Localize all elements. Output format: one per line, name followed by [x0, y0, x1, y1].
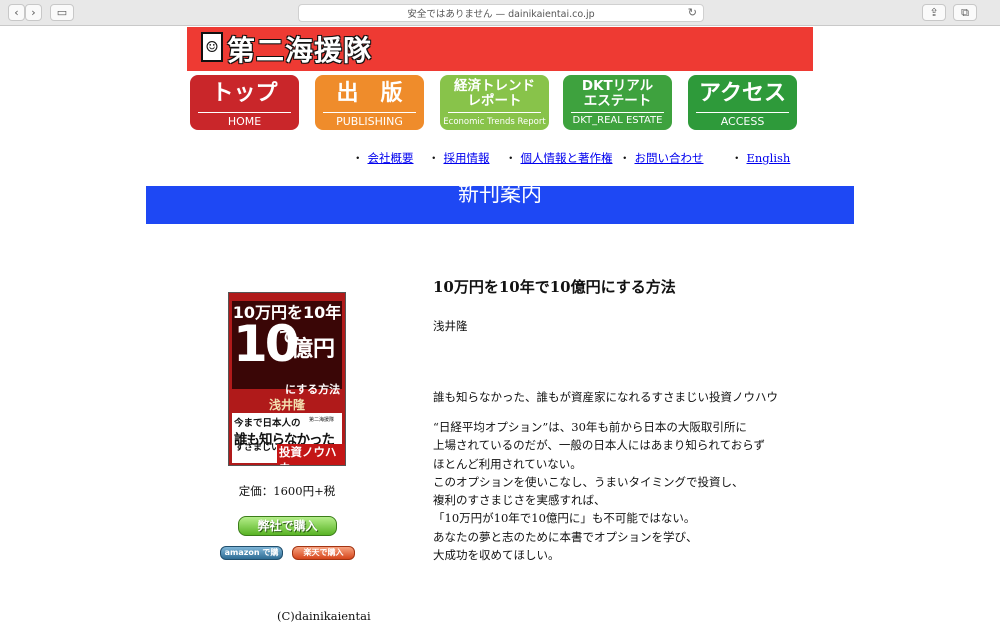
reload-icon[interactable]: ↻ [688, 6, 697, 19]
description-line: 「10万円が10年で10億円に」も不可能ではない。 [433, 511, 696, 526]
description-line: 大成功を収めてほしい。 [433, 548, 560, 563]
address-bar[interactable]: 安全ではありません — dainikaientai.co.jp ↻ [298, 4, 704, 22]
site-title: 第二海援隊 [227, 34, 373, 67]
nav-tile-home[interactable]: トップ HOME [190, 75, 299, 130]
text-nav-item: ・お問い合わせ [619, 151, 704, 165]
footer-copyright: (C)dainikaientai [277, 609, 371, 623]
section-title-bar: 新刊案内 [146, 186, 854, 224]
forward-icon[interactable]: › [25, 4, 42, 21]
browser-toolbar: ‹ › ▭ 安全ではありません — dainikaientai.co.jp ↻ … [0, 0, 1000, 26]
nav-tile-sub: ACCESS [720, 115, 765, 128]
cover-line5: 今まで日本人の [234, 418, 301, 429]
address-text: 安全ではありません — dainikaientai.co.jp [407, 9, 595, 20]
text-nav-item: ・個人情報と著作権 [505, 151, 613, 165]
site-banner[interactable]: ☺ 第二海援隊 [187, 27, 813, 71]
nav-tile-publishing[interactable]: 出 版 PUBLISHING [315, 75, 424, 130]
nav-tile-economic-report[interactable]: 経済トレンドレポート Economic Trends Report [440, 75, 549, 130]
text-nav-item: ・採用情報 [428, 151, 490, 165]
book-description: “日経平均オプション”は、30年も前から日本の大阪取引所に 上場されているのだが… [433, 418, 765, 564]
nav-tile-label: 出 版 [336, 81, 403, 106]
nav-tile-sub: DKT_REAL ESTATE [572, 115, 663, 126]
description-line: あなたの夢と志のために本書でオプションを学び、 [433, 529, 698, 544]
back-icon[interactable]: ‹ [8, 4, 25, 21]
cover-line3: にする方法 [285, 383, 341, 396]
description-line: このオプションを使いこなし、うまいタイミングで投資し、 [433, 474, 744, 489]
nav-tile-sub: HOME [227, 115, 262, 128]
recruitment-link[interactable]: 採用情報 [444, 151, 490, 165]
section-title: 新刊案内 [458, 186, 542, 206]
privacy-copyright-link[interactable]: 個人情報と著作権 [521, 151, 613, 165]
sidebar-icon[interactable]: ▭ [50, 4, 74, 21]
nav-tile-access[interactable]: アクセス ACCESS [688, 75, 797, 130]
nav-tile-sub: PUBLISHING [336, 115, 403, 128]
text-nav-item: ・ English [731, 151, 791, 165]
nav-tile-label: アクセス [699, 81, 786, 106]
description-line: “日経平均オプション”は、30年も前から日本の大阪取引所に [433, 420, 747, 434]
cover-line8: 投資ノウハウ [277, 444, 345, 465]
book-title: 10万円を10年で10億円にする方法 [433, 278, 676, 296]
cover-author: 浅井隆 [268, 398, 305, 412]
book-cover-image[interactable]: 10万円を10年で 10 億円 にする方法 浅井隆 今まで日本人の 第二海援隊 … [228, 292, 346, 466]
nav-tile-label: DKTリアルエステート [581, 78, 654, 109]
contact-link[interactable]: お問い合わせ [635, 151, 704, 165]
description-line: 上場されているのだが、一般の日本人にはあまり知られておらず [433, 438, 766, 453]
nav-tile-sub: Economic Trends Report [443, 117, 546, 127]
english-link[interactable]: English [747, 151, 791, 165]
book-author: 浅井隆 [433, 319, 468, 333]
nav-tile-label: 経済トレンドレポート [454, 78, 535, 109]
buy-rakuten-button[interactable]: 楽天で購入 [292, 546, 355, 560]
book-price: 定価：1600円+税 [238, 484, 336, 498]
cover-publisher: 第二海援隊 [309, 417, 335, 423]
buy-direct-button[interactable]: 弊社で購入 [238, 516, 337, 536]
description-line: ほとんど利用されていない。 [433, 456, 582, 471]
tabs-icon[interactable]: ⧉ [953, 4, 977, 21]
nav-tile-label: トップ [211, 81, 278, 106]
buy-amazon-button[interactable]: amazon で購入 [220, 546, 283, 569]
company-overview-link[interactable]: 会社概要 [368, 151, 414, 165]
cover-big-number: 10 [233, 315, 300, 373]
founder-logo-icon: ☺ [201, 32, 223, 62]
book-tagline: 誰も知らなかった、誰もが資産家になれるすさまじい投資ノウハウ [433, 390, 778, 404]
cover-big-unit: 億円 [291, 337, 336, 362]
description-line: 複利のすさまじさを実感すれば、 [433, 493, 606, 508]
cover-line7: すさまじい [235, 443, 281, 453]
nav-tile-real-estate[interactable]: DKTリアルエステート DKT_REAL ESTATE [563, 75, 672, 130]
share-icon[interactable]: ⇪ [922, 4, 946, 21]
text-nav-item: ・会社概要 [352, 151, 414, 165]
